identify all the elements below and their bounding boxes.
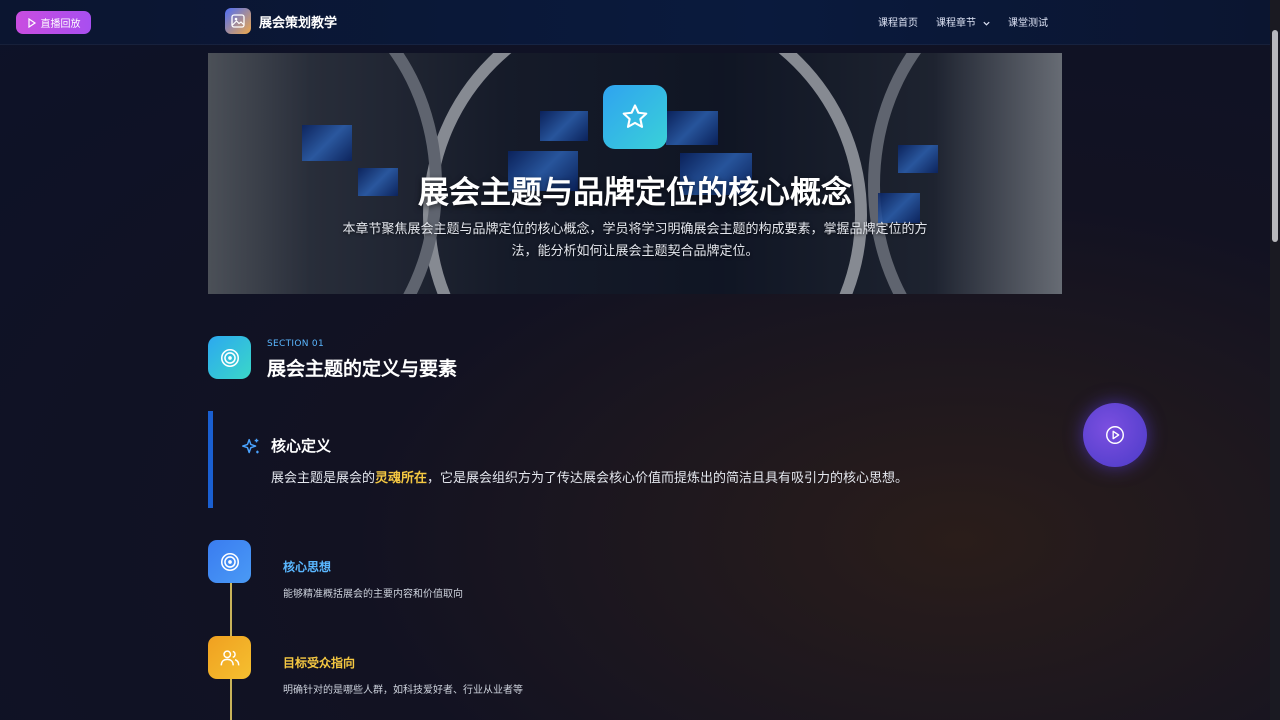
- definition-text-before: 展会主题是展会的: [271, 471, 376, 486]
- chevron-down-icon: [983, 21, 990, 26]
- top-navbar: 直播回放 展会策划教学 课程首页 课程章节 课堂测试: [0, 0, 1270, 45]
- play-outline-icon: [27, 17, 36, 28]
- timeline-item-desc: 明确针对的是哪些人群，如科技爱好者、行业从业者等: [283, 685, 523, 696]
- definition-title: 核心定义: [271, 437, 332, 455]
- image-icon: [225, 8, 251, 34]
- definition-card: 核心定义 展会主题是展会的灵魂所在，它是展会组织方为了传达展会核心价值而提炼出的…: [208, 411, 1073, 508]
- live-replay-label: 直播回放: [40, 19, 81, 30]
- nav-chapters-label: 课程章节: [936, 18, 976, 29]
- nav-home-link[interactable]: 课程首页: [878, 14, 918, 29]
- hero-banner: 展会主题与品牌定位的核心概念 本章节聚焦展会主题与品牌定位的核心概念，学员将学习…: [208, 53, 1062, 294]
- timeline-item-title: 核心思想: [283, 560, 332, 574]
- scrollbar-thumb[interactable]: [1272, 30, 1278, 242]
- hero-title: 展会主题与品牌定位的核心概念: [418, 175, 852, 211]
- definition-text-after: ，它是展会组织方为了传达展会核心价值而提炼出的简洁且具有吸引力的核心思想。: [427, 471, 909, 486]
- timeline-item-desc: 能够精准概括展会的主要内容和价值取向: [283, 589, 463, 600]
- sparkle-icon: [242, 438, 259, 454]
- target-icon: [208, 336, 251, 379]
- timeline-item-title: 目标受众指向: [283, 656, 356, 670]
- definition-text: 展会主题是展会的灵魂所在，它是展会组织方为了传达展会核心价值而提炼出的简洁且具有…: [271, 467, 908, 486]
- section-kicker: SECTION 01: [267, 339, 324, 349]
- nav-chapters-dropdown[interactable]: 课程章节: [936, 14, 991, 29]
- brand-title: 展会策划教学: [259, 16, 338, 31]
- hero-description: 本章节聚焦展会主题与品牌定位的核心概念，学员将学习明确展会主题的构成要素，掌握品…: [342, 222, 928, 259]
- section-title: 展会主题的定义与要素: [267, 358, 458, 380]
- definition-highlight: 灵魂所在: [375, 471, 428, 486]
- live-replay-button[interactable]: 直播回放: [16, 11, 91, 34]
- star-icon: [603, 85, 667, 149]
- users-icon: [208, 636, 251, 679]
- play-circle-icon: [1106, 426, 1124, 444]
- page-scrollbar[interactable]: [1270, 0, 1280, 720]
- floating-play-button[interactable]: [1083, 403, 1147, 467]
- target-icon: [208, 540, 251, 583]
- nav-quiz-link[interactable]: 课堂测试: [1008, 14, 1048, 29]
